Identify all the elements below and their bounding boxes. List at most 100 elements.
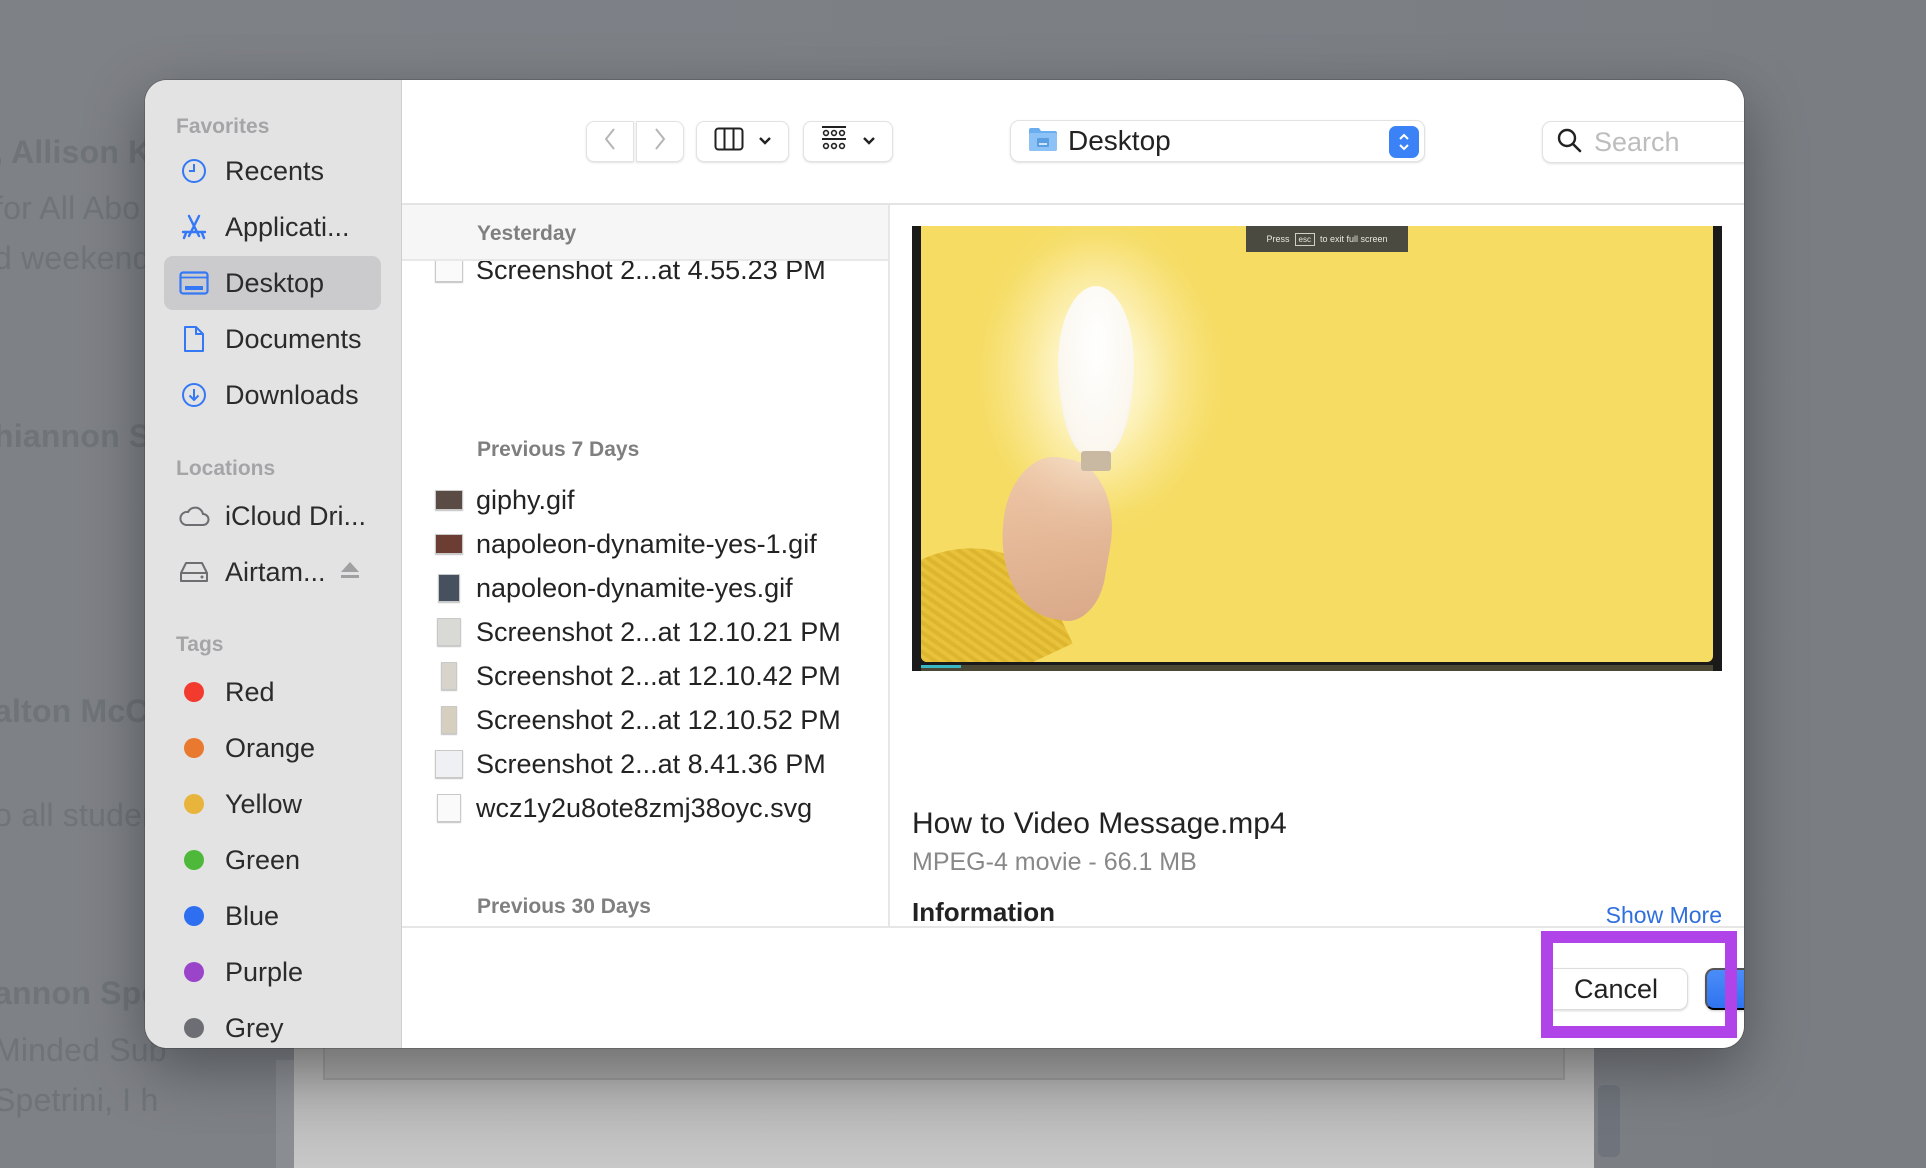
drive-icon xyxy=(177,557,211,587)
video-frame: Press esc to exit full screen xyxy=(921,226,1713,662)
lightbulb-image xyxy=(1058,286,1134,456)
eject-icon[interactable] xyxy=(340,561,360,584)
sidebar-item-label: iCloud Dri... xyxy=(225,500,367,531)
sidebar-item-applications[interactable]: Applicati... xyxy=(164,200,381,254)
file-name: napoleon-dynamite-yes-1.gif xyxy=(476,528,817,559)
group-header-sticky: Yesterday xyxy=(402,205,888,261)
sidebar-tag-blue[interactable]: Blue xyxy=(164,889,381,943)
sidebar-item-label: Purple xyxy=(225,956,304,987)
file-thumbnail xyxy=(435,258,463,282)
sidebar-item-label: Downloads xyxy=(225,379,359,410)
background-scrollbar xyxy=(1598,1085,1620,1157)
file-row[interactable]: Screenshot 2...at 12.10.21 PM xyxy=(402,610,888,654)
file-thumbnail xyxy=(438,574,460,602)
sidebar-item-icloud-drive[interactable]: iCloud Dri... xyxy=(164,489,381,543)
tag-color-dot xyxy=(184,794,204,814)
popup-stepper-icon xyxy=(1389,126,1419,158)
background-text: alton McCa xyxy=(0,693,167,729)
sidebar-item-label: Airtam... xyxy=(225,556,326,587)
file-thumbnail xyxy=(437,794,461,822)
dialog-footer: Cancel Open xyxy=(402,926,1744,1048)
chevron-left-icon xyxy=(603,127,617,156)
sidebar-item-label: Recents xyxy=(225,155,325,186)
applications-icon xyxy=(177,212,211,242)
file-name: Screenshot 2...at 8.41.36 PM xyxy=(476,748,826,779)
sidebar-tag-grey[interactable]: Grey xyxy=(164,1001,381,1048)
tag-color-dot xyxy=(184,738,204,758)
forward-button[interactable] xyxy=(636,121,684,162)
esc-key: esc xyxy=(1294,232,1315,246)
background-text: Minded Sub xyxy=(0,1032,167,1068)
background-panel-edge xyxy=(276,1060,294,1168)
sidebar-tag-yellow[interactable]: Yellow xyxy=(164,777,381,831)
file-thumbnail xyxy=(441,706,457,734)
file-name: Screenshot 2...at 12.10.42 PM xyxy=(476,660,841,691)
search-field[interactable] xyxy=(1542,121,1744,163)
open-button[interactable]: Open xyxy=(1705,968,1744,1010)
columns-icon xyxy=(714,127,744,156)
sidebar-section-locations: Locations xyxy=(176,457,276,480)
sidebar-tag-purple[interactable]: Purple xyxy=(164,945,381,999)
back-button[interactable] xyxy=(586,121,634,162)
preview-pane: Press esc to exit full screen How to Vid… xyxy=(890,205,1744,1006)
sidebar-tag-orange[interactable]: Orange xyxy=(164,721,381,775)
file-thumbnail xyxy=(441,662,457,690)
fullscreen-toast: Press esc to exit full screen xyxy=(1246,226,1408,252)
search-input[interactable] xyxy=(1594,126,1744,158)
background-text: for All Abo xyxy=(0,190,141,226)
sidebar-item-label: Grey xyxy=(225,1012,284,1043)
sidebar-item-label: Orange xyxy=(225,732,316,763)
chevron-down-icon xyxy=(758,133,772,151)
video-preview[interactable]: Press esc to exit full screen xyxy=(912,226,1722,671)
location-label: Desktop xyxy=(1068,125,1171,156)
sidebar-item-documents[interactable]: Documents xyxy=(164,312,381,366)
toast-text: to exit full screen xyxy=(1319,234,1388,244)
background-text: d weekend xyxy=(0,240,151,276)
toolbar: Desktop xyxy=(402,80,1744,205)
video-progress-fill xyxy=(921,665,961,668)
clock-icon xyxy=(177,156,211,186)
file-row[interactable]: wcz1y2u8ote8zmj38oyc.svg xyxy=(402,786,888,830)
group-header-previous-7-days: Previous 7 Days xyxy=(477,438,640,461)
sidebar-item-label: Documents xyxy=(225,323,362,354)
file-name: Screenshot 2...at 12.10.52 PM xyxy=(476,704,841,735)
file-row[interactable]: Screenshot 2...at 12.10.42 PM xyxy=(402,654,888,698)
show-more-link[interactable]: Show More xyxy=(1606,902,1722,929)
search-icon xyxy=(1556,127,1582,158)
file-name: Screenshot 2...at 12.10.21 PM xyxy=(476,616,841,647)
preview-file-kind: MPEG-4 movie - 66.1 MB xyxy=(912,848,1197,876)
sidebar-item-recents[interactable]: Recents xyxy=(164,144,381,198)
chevron-down-icon xyxy=(862,133,876,151)
file-row[interactable]: napoleon-dynamite-yes-1.gif xyxy=(402,522,888,566)
file-list[interactable]: Yesterday Screenshot 2...at 4.55.23 PM P… xyxy=(402,205,890,1006)
video-progress-track[interactable] xyxy=(921,665,1713,671)
file-row[interactable]: Screenshot 2...at 8.41.36 PM xyxy=(402,742,888,786)
tag-color-dot xyxy=(184,682,204,702)
cancel-button[interactable]: Cancel xyxy=(1544,968,1688,1010)
sidebar-item-desktop[interactable]: Desktop xyxy=(164,256,381,310)
file-thumbnail xyxy=(435,750,463,778)
sidebar-item-downloads[interactable]: Downloads xyxy=(164,368,381,422)
sidebar-item-airtame[interactable]: Airtam... xyxy=(164,545,381,599)
file-row[interactable]: giphy.gif xyxy=(402,478,888,522)
sidebar-tag-red[interactable]: Red xyxy=(164,665,381,719)
tag-color-dot xyxy=(184,906,204,926)
file-row[interactable]: napoleon-dynamite-yes.gif xyxy=(402,566,888,610)
open-file-dialog: Favorites Recents Applicati... Desktop D… xyxy=(145,80,1744,1048)
view-mode-button[interactable] xyxy=(696,121,789,162)
sidebar-item-label: Blue xyxy=(225,900,280,931)
sidebar: Favorites Recents Applicati... Desktop D… xyxy=(145,80,402,1048)
sidebar-tag-green[interactable]: Green xyxy=(164,833,381,887)
group-header-yesterday: Yesterday xyxy=(477,222,577,245)
file-thumbnail xyxy=(435,490,463,510)
file-row[interactable]: Screenshot 2...at 12.10.52 PM xyxy=(402,698,888,742)
cloud-icon xyxy=(177,501,211,531)
file-thumbnail xyxy=(437,618,461,646)
group-by-button[interactable] xyxy=(803,121,893,162)
location-popup[interactable]: Desktop xyxy=(1010,120,1425,162)
preview-file-name: How to Video Message.mp4 xyxy=(912,807,1287,840)
lightbulb-base xyxy=(1081,451,1111,471)
file-name: wcz1y2u8ote8zmj38oyc.svg xyxy=(476,792,813,823)
sidebar-item-label: Desktop xyxy=(225,267,325,298)
desktop-folder-icon xyxy=(1028,126,1058,157)
